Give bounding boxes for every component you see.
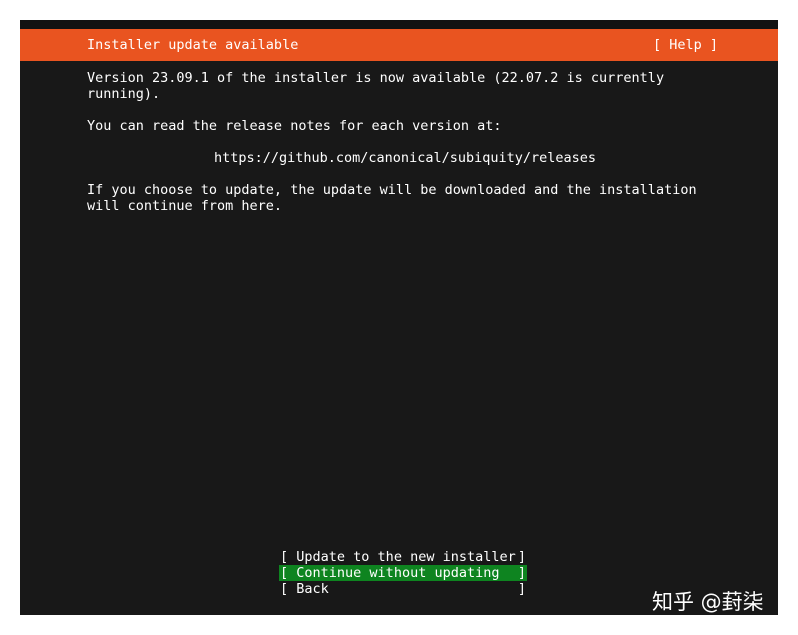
version-message-line-2: running). — [87, 86, 161, 102]
back-button[interactable]: [ Back ] — [279, 581, 527, 597]
installer-screen: Installer update available [ Help ] Vers… — [20, 20, 778, 615]
bracket-open: [ — [280, 549, 289, 565]
menu-item-label: Update to the new installer — [296, 549, 516, 565]
release-notes-url: https://github.com/canonical/subiquity/r… — [214, 150, 597, 166]
title-bar: Installer update available [ Help ] — [20, 29, 778, 61]
bracket-close: ] — [517, 549, 526, 565]
version-message-line-1: Version 23.09.1 of the installer is now … — [87, 70, 665, 86]
menu-item-label: Continue without updating — [296, 565, 500, 581]
release-notes-message: You can read the release notes for each … — [87, 118, 502, 134]
bracket-open: [ — [280, 565, 289, 581]
bracket-open: [ — [280, 581, 289, 597]
watermark: 知乎 @葑柒 — [652, 590, 764, 614]
update-explanation-line-2: will continue from here. — [87, 198, 283, 214]
bracket-close: ] — [517, 565, 526, 581]
action-menu: [ Update to the new installer ] [ Contin… — [279, 549, 527, 597]
page-title: Installer update available — [87, 37, 299, 53]
top-edge — [20, 20, 778, 29]
bracket-close: ] — [517, 581, 526, 597]
continue-without-updating-button[interactable]: [ Continue without updating ] — [279, 565, 527, 581]
update-installer-button[interactable]: [ Update to the new installer ] — [279, 549, 527, 565]
menu-item-label: Back — [296, 581, 329, 597]
update-explanation-line-1: If you choose to update, the update will… — [87, 182, 697, 198]
help-button[interactable]: [ Help ] — [653, 37, 718, 53]
